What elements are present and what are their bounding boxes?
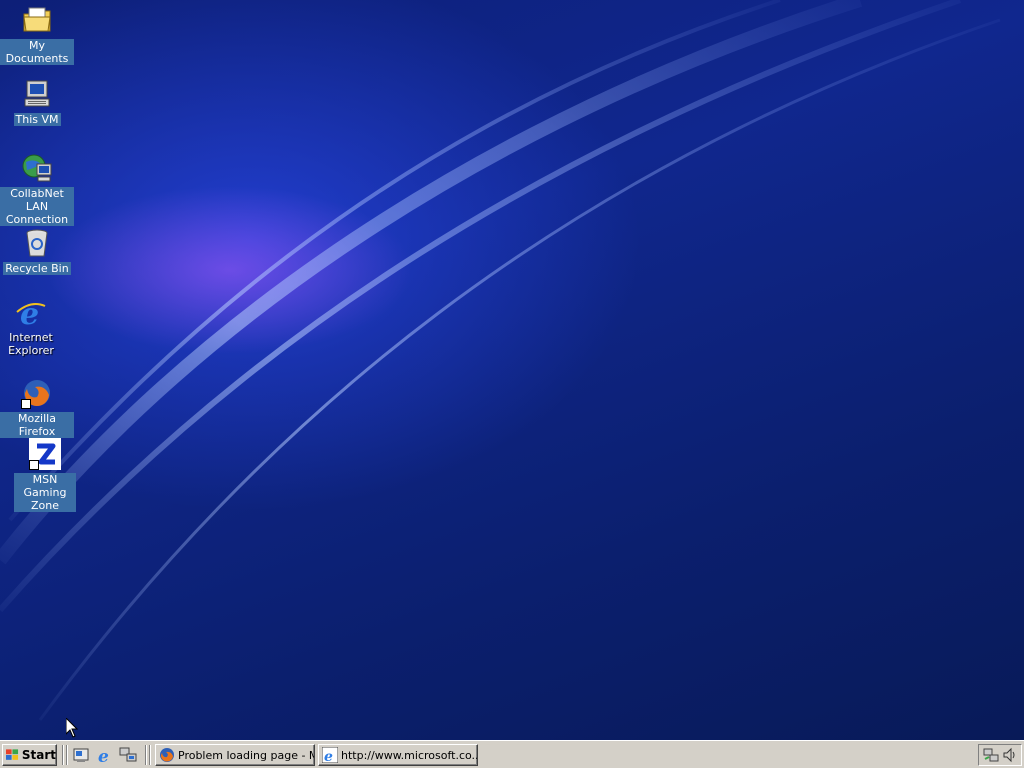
taskbar-button-label: http://www.microsoft.co... (341, 748, 477, 762)
taskbar-button-firefox[interactable]: Problem loading page - M... (155, 744, 315, 766)
network-icon[interactable] (119, 746, 137, 764)
taskbar-button-internet-explorer[interactable]: e http://www.microsoft.co... (318, 744, 478, 766)
desktop-icon-label: This VM (13, 113, 61, 126)
firefox-icon (21, 377, 53, 409)
desktop-icon-this-vm[interactable]: This VM (0, 78, 74, 126)
svg-text:e: e (20, 297, 39, 328)
folder-documents-icon (21, 4, 53, 36)
network-tray-icon[interactable] (983, 747, 999, 763)
system-tray (978, 744, 1022, 766)
shortcut-arrow-icon (21, 399, 31, 409)
network-connection-icon (21, 152, 53, 184)
desktop-icon-my-documents[interactable]: My Documents (0, 4, 74, 65)
taskbar-separator (66, 745, 68, 765)
desktop-icon-label: CollabNet LAN Connection (0, 187, 74, 226)
wallpaper-swoosh (0, 0, 1001, 721)
computer-icon (21, 78, 53, 110)
volume-icon[interactable] (1002, 747, 1018, 763)
recycle-bin-icon (21, 227, 53, 259)
internet-explorer-icon: e (15, 296, 47, 332)
desktop-icon-recycle-bin[interactable]: Recycle Bin (0, 227, 74, 275)
taskbar-button-label: Problem loading page - M... (178, 748, 314, 762)
internet-explorer-icon[interactable]: e (96, 746, 114, 764)
mouse-pointer-icon (66, 718, 78, 738)
taskbar-separator (149, 745, 151, 765)
start-label: Start (21, 748, 56, 762)
show-desktop-icon[interactable] (72, 746, 90, 764)
desktop-icon-label: MSN Gaming Zone (14, 473, 76, 512)
svg-text:e: e (324, 749, 333, 763)
desktop-icon-label: My Documents (0, 39, 74, 65)
desktop-icon-label: Recycle Bin (3, 262, 71, 275)
firefox-icon (160, 748, 174, 762)
internet-explorer-icon: e (322, 747, 338, 763)
taskbar: Start e Problem loading page - M... e ht… (0, 740, 1024, 768)
msn-gaming-zone-icon (29, 438, 61, 470)
taskbar-separator (145, 745, 147, 765)
svg-text:e: e (98, 747, 109, 764)
desktop-icon-mozilla-firefox[interactable]: Mozilla Firefox (0, 377, 74, 438)
desktop[interactable]: My Documents This VM CollabNet LAN Conne… (0, 0, 1024, 740)
desktop-icon-label: Mozilla Firefox (0, 412, 74, 438)
start-button[interactable]: Start (2, 744, 57, 766)
desktop-icon-label: Internet Explorer (8, 331, 54, 357)
taskbar-separator (62, 745, 64, 765)
desktop-icon-internet-explorer[interactable]: e Internet Explorer (0, 296, 68, 357)
windows-logo-icon (6, 749, 19, 760)
desktop-icon-msn-gaming-zone[interactable]: MSN Gaming Zone (8, 438, 82, 512)
shortcut-arrow-icon (29, 460, 39, 470)
desktop-icon-collabnet-lan-connection[interactable]: CollabNet LAN Connection (0, 152, 74, 226)
